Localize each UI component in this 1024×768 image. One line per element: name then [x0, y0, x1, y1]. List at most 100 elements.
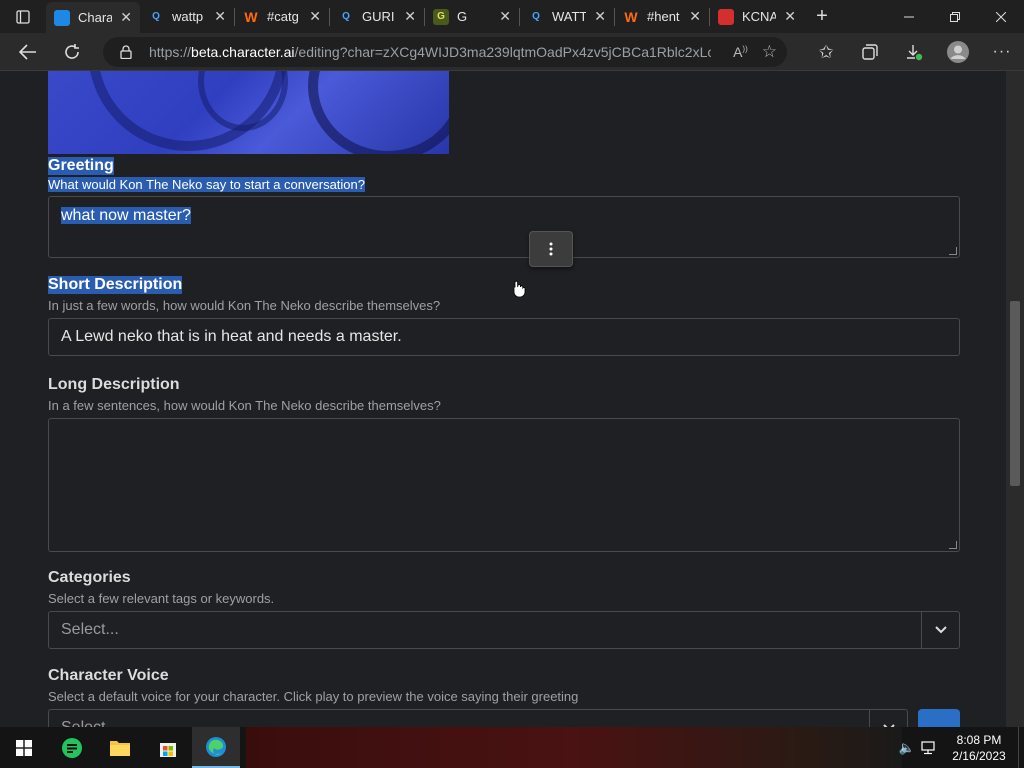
taskbar-app-sheets[interactable]: [48, 727, 96, 768]
volume-icon[interactable]: 🔈: [896, 740, 918, 756]
url-bar[interactable]: https://beta.character.ai/editing?char=z…: [103, 37, 787, 67]
voice-label: Character Voice: [48, 667, 169, 684]
more-icon: ···: [992, 43, 1012, 60]
lock-icon: [120, 45, 132, 59]
long-description-section: Long Description In a few sentences, how…: [48, 376, 960, 552]
collections-button[interactable]: [848, 33, 892, 71]
tab-close-icon[interactable]: ✕: [689, 8, 701, 25]
system-tray: 🔈 8:08 PM 2/16/2023: [896, 727, 1024, 768]
short-description-input[interactable]: A Lewd neko that is in heat and needs a …: [48, 318, 960, 356]
voice-dropdown-toggle[interactable]: [869, 710, 907, 727]
voice-hint: Select a default voice for your characte…: [48, 689, 579, 704]
greeting-textarea[interactable]: what now master?: [48, 196, 960, 258]
categories-label: Categories: [48, 569, 131, 586]
chevron-down-icon: [934, 626, 947, 634]
browser-tab[interactable]: W #hent ✕: [615, 0, 709, 33]
categories-select[interactable]: Select...: [48, 611, 960, 649]
categories-dropdown-toggle[interactable]: [921, 612, 959, 648]
tab-favicon-icon: Q: [148, 8, 164, 25]
tab-bar: Chara ✕ Qwattp ✕ W #catg ✕ Q GURI ✕ G G ✕ Q WATT ✕ W #hen…: [0, 0, 1024, 33]
hand-cursor-icon: [513, 280, 526, 298]
toolbar-icons: ✩ ···: [804, 33, 1024, 71]
greeting-section: Greeting What would Kon The Neko say to …: [48, 157, 960, 258]
taskbar-edge[interactable]: [192, 727, 240, 768]
window-controls: [886, 0, 1024, 33]
browser-tab[interactable]: W #catg ✕: [235, 0, 329, 33]
context-menu-button[interactable]: [529, 231, 573, 267]
tab-title: G: [457, 9, 468, 24]
address-bar-row: https://beta.character.ai/editing?char=z…: [0, 33, 1024, 71]
tab-title: KCNA: [742, 9, 777, 24]
taskbar-file-explorer[interactable]: [96, 727, 144, 768]
short-description-hint: In just a few words, how would Kon The N…: [48, 298, 441, 313]
restore-button[interactable]: [932, 0, 978, 33]
tab-close-icon[interactable]: ✕: [594, 8, 606, 25]
clock-time: 8:08 PM: [956, 732, 1002, 747]
long-description-hint: In a few sentences, how would Kon The Ne…: [48, 398, 441, 413]
taskbar-store[interactable]: [144, 727, 192, 768]
voice-section: Character Voice Select a default voice f…: [48, 667, 960, 727]
browser-tab[interactable]: Q GURI ✕: [330, 0, 424, 33]
show-desktop-button[interactable]: [1018, 727, 1024, 768]
short-description-value: A Lewd neko that is in heat and needs a …: [61, 328, 402, 345]
tab-title: #hent: [647, 9, 680, 24]
tab-close-icon[interactable]: ✕: [499, 8, 511, 25]
store-bag-icon: [160, 742, 176, 757]
network-icon[interactable]: [918, 740, 940, 755]
screen: Chara ✕ Qwattp ✕ W #catg ✕ Q GURI ✕ G G ✕ Q WATT ✕ W #hen…: [0, 0, 1024, 768]
taskbar-wallpaper: [246, 727, 902, 768]
edge-browser-icon: [206, 736, 226, 757]
omnibox-icons: A)) ☆: [733, 37, 777, 67]
tab-favicon-icon: G: [433, 8, 449, 25]
close-window-button[interactable]: [978, 0, 1024, 33]
tab-favicon-icon: [54, 9, 70, 26]
add-favorite-icon[interactable]: ☆: [762, 42, 777, 62]
voice-placeholder: Select...: [61, 719, 119, 727]
voice-select[interactable]: Select...: [48, 709, 908, 727]
tab-close-icon[interactable]: ✕: [404, 8, 416, 25]
tab-strip: Chara ✕ Qwattp ✕ W #catg ✕ Q GURI ✕ G G ✕ Q WATT ✕ W #hen…: [46, 0, 804, 33]
url-path: /editing?char=zXCg4WIJD3ma239lqtmOadPx4z…: [294, 44, 711, 60]
play-voice-button[interactable]: [918, 709, 960, 727]
minimize-button[interactable]: [886, 0, 932, 33]
tab-favicon-icon: W: [243, 8, 259, 25]
categories-section: Categories Select a few relevant tags or…: [48, 569, 960, 649]
windows-logo-icon: [16, 739, 32, 756]
tab-close-icon[interactable]: ✕: [120, 9, 132, 26]
green-notes-app-icon: [62, 737, 82, 758]
folder-icon: [110, 740, 130, 756]
favorites-button[interactable]: ✩: [804, 33, 848, 71]
tab-close-icon[interactable]: ✕: [214, 8, 226, 25]
resize-handle[interactable]: [949, 541, 957, 549]
long-description-textarea[interactable]: [48, 418, 960, 552]
tab-favicon-icon: Q: [338, 8, 354, 25]
tab-close-icon[interactable]: ✕: [784, 8, 796, 25]
read-aloud-icon[interactable]: A)): [733, 44, 748, 60]
back-button[interactable]: [6, 33, 50, 71]
tab-actions-button[interactable]: [0, 0, 46, 33]
clock[interactable]: 8:08 PM 2/16/2023: [940, 732, 1018, 764]
refresh-button[interactable]: [50, 33, 94, 71]
page-scrollbar[interactable]: [1006, 71, 1024, 727]
tab-title: GURI: [362, 9, 395, 24]
browser-tab[interactable]: KCNA ✕: [710, 0, 804, 33]
settings-menu-button[interactable]: ···: [980, 33, 1024, 71]
scrollbar-thumb[interactable]: [1010, 301, 1020, 486]
download-icon: [907, 45, 923, 61]
close-icon: [996, 11, 1006, 22]
start-button[interactable]: [0, 727, 48, 768]
page-content: Greeting What would Kon The Neko say to …: [0, 71, 1006, 727]
profile-avatar-icon: [947, 41, 969, 63]
browser-tab[interactable]: Qwattp ✕: [140, 0, 234, 33]
tab-title: wattp: [172, 9, 204, 24]
new-tab-button[interactable]: +: [804, 5, 840, 28]
browser-tab[interactable]: Chara ✕: [46, 2, 140, 33]
tab-close-icon[interactable]: ✕: [309, 8, 321, 25]
browser-tab[interactable]: Q WATT ✕: [520, 0, 614, 33]
resize-handle[interactable]: [949, 247, 957, 255]
profile-button[interactable]: [936, 33, 980, 71]
browser-tab[interactable]: G G ✕: [425, 0, 519, 33]
collections-icon: [862, 44, 878, 60]
downloads-button[interactable]: [892, 33, 936, 71]
tab-favicon-icon: W: [623, 8, 639, 25]
